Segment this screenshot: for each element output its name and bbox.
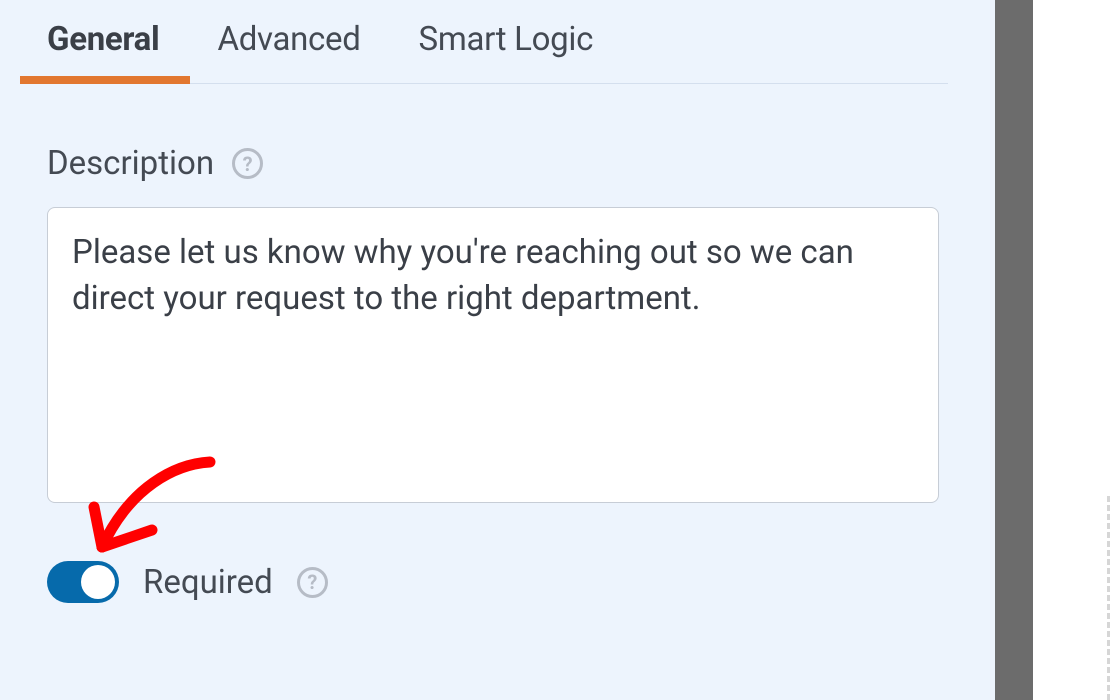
required-label: Required <box>143 563 273 602</box>
help-icon[interactable]: ? <box>297 567 328 598</box>
settings-panel: General Advanced Smart Logic Description… <box>0 0 995 700</box>
dotted-divider <box>1107 496 1110 700</box>
description-field-group: Description ? <box>47 144 948 507</box>
required-row: Required ? <box>47 561 948 603</box>
description-textarea[interactable] <box>47 207 939 503</box>
tab-general[interactable]: General <box>47 20 159 83</box>
tab-smart-logic[interactable]: Smart Logic <box>419 20 594 83</box>
page-gutter <box>1033 0 1116 700</box>
help-icon[interactable]: ? <box>232 148 263 179</box>
tab-advanced[interactable]: Advanced <box>217 20 360 83</box>
description-label-row: Description ? <box>47 144 948 183</box>
panel-shadow-strip <box>995 0 1033 700</box>
toggle-knob <box>81 565 115 599</box>
settings-tabs: General Advanced Smart Logic <box>47 20 948 84</box>
description-label: Description <box>47 144 214 183</box>
required-toggle[interactable] <box>47 561 119 603</box>
